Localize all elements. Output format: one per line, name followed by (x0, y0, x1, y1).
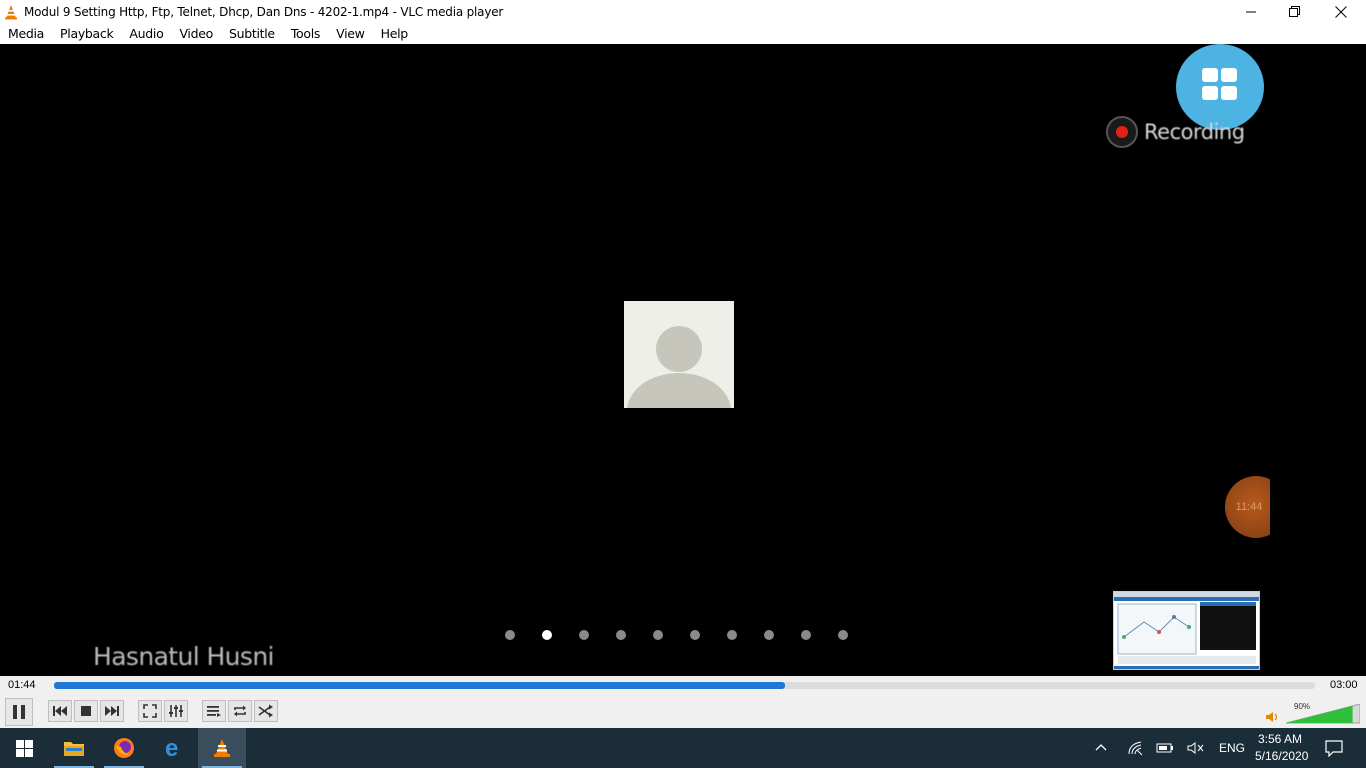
volume-speaker-icon[interactable] (1265, 711, 1279, 723)
bubble-text: 11:44 (1235, 501, 1263, 513)
menu-subtitle[interactable]: Subtitle (221, 26, 283, 41)
taskbar-file-explorer[interactable] (50, 728, 98, 768)
seek-progress (54, 682, 786, 689)
fullscreen-icon (143, 704, 157, 718)
seek-slider[interactable] (54, 682, 1315, 689)
loop-icon (234, 705, 246, 717)
page-dot (690, 630, 700, 640)
menu-media[interactable]: Media (0, 26, 52, 41)
participant-avatar (624, 301, 734, 408)
loop-button[interactable] (228, 700, 252, 722)
playlist-icon (207, 706, 221, 717)
menu-bar: Media Playback Audio Video Subtitle Tool… (0, 23, 1366, 44)
folder-icon (64, 742, 84, 756)
window-title: Modul 9 Setting Http, Ftp, Telnet, Dhcp,… (24, 4, 504, 19)
previous-button[interactable] (48, 700, 72, 722)
speaker-name: Hasnatul Husni (93, 642, 275, 671)
firefox-icon (114, 738, 134, 758)
recording-indicator: Recording (1106, 116, 1245, 148)
windows-icon (15, 739, 33, 757)
menu-playback[interactable]: Playback (52, 26, 121, 41)
language-indicator[interactable]: ENG (1219, 741, 1245, 755)
shuffle-button[interactable] (254, 700, 278, 722)
menu-video[interactable]: Video (171, 26, 221, 41)
menu-view[interactable]: View (328, 26, 372, 41)
vlc-cone-icon (214, 739, 230, 757)
thumbnail-image (1114, 592, 1259, 669)
menu-tools[interactable]: Tools (283, 26, 328, 41)
fullscreen-button[interactable] (138, 700, 162, 722)
page-dot (764, 630, 774, 640)
start-button[interactable] (0, 728, 48, 768)
close-icon (1335, 5, 1347, 18)
playback-controls: 90% (0, 696, 1366, 728)
shuffle-icon (258, 704, 273, 718)
stop-button[interactable] (74, 700, 98, 722)
svg-text:e: e (165, 737, 178, 759)
menu-audio[interactable]: Audio (121, 26, 171, 41)
vlc-cone-icon (5, 4, 17, 19)
page-dot (579, 630, 589, 640)
volume-muted-icon[interactable] (1187, 741, 1205, 755)
chevron-up-icon[interactable] (1095, 743, 1107, 751)
page-dot (653, 630, 663, 640)
screen-share-thumbnail (1113, 591, 1260, 670)
minimize-icon (1245, 11, 1256, 13)
stop-icon (81, 706, 91, 716)
video-area[interactable]: Recording 11:44 Hasnatul Husni (0, 44, 1366, 676)
pause-icon (13, 705, 25, 719)
equalizer-icon (169, 705, 183, 717)
total-time: 03:00 (1330, 679, 1358, 691)
notification-icon[interactable] (1325, 740, 1343, 757)
title-bar: Modul 9 Setting Http, Ftp, Telnet, Dhcp,… (0, 0, 1366, 23)
page-dot (801, 630, 811, 640)
page-dot (616, 630, 626, 640)
recording-label: Recording (1144, 120, 1245, 144)
seek-row: 01:44 03:00 (0, 676, 1366, 696)
page-dots (505, 630, 875, 640)
record-icon (1106, 116, 1138, 148)
clock-time[interactable]: 3:56 AM (1258, 732, 1302, 746)
pause-button[interactable] (5, 698, 33, 726)
skip-back-icon (53, 706, 67, 716)
next-button[interactable] (100, 700, 124, 722)
default-user-icon (627, 326, 731, 408)
elapsed-time: 01:44 (8, 679, 36, 691)
menu-help[interactable]: Help (373, 26, 416, 41)
chat-bubble: 11:44 (1225, 476, 1270, 538)
taskbar: e ENG 3:56 AM 5/16/2020 (0, 728, 1366, 768)
network-icon[interactable] (1127, 740, 1143, 756)
playlist-button[interactable] (202, 700, 226, 722)
battery-icon[interactable] (1156, 741, 1174, 755)
taskbar-vlc[interactable] (198, 728, 246, 768)
restore-icon (1289, 5, 1300, 17)
close-button[interactable] (1318, 0, 1364, 23)
skip-forward-icon (105, 706, 119, 716)
extended-settings-button[interactable] (164, 700, 188, 722)
minimize-button[interactable] (1228, 0, 1274, 23)
clock-date[interactable]: 5/16/2020 (1255, 749, 1308, 763)
page-dot (838, 630, 848, 640)
restore-button[interactable] (1272, 0, 1318, 23)
taskbar-firefox[interactable] (100, 728, 148, 768)
taskbar-edge[interactable]: e (150, 728, 198, 768)
edge-icon: e (165, 737, 178, 759)
page-dot (542, 630, 552, 640)
volume-slider[interactable] (1286, 704, 1360, 724)
page-dot (505, 630, 515, 640)
page-dot (727, 630, 737, 640)
